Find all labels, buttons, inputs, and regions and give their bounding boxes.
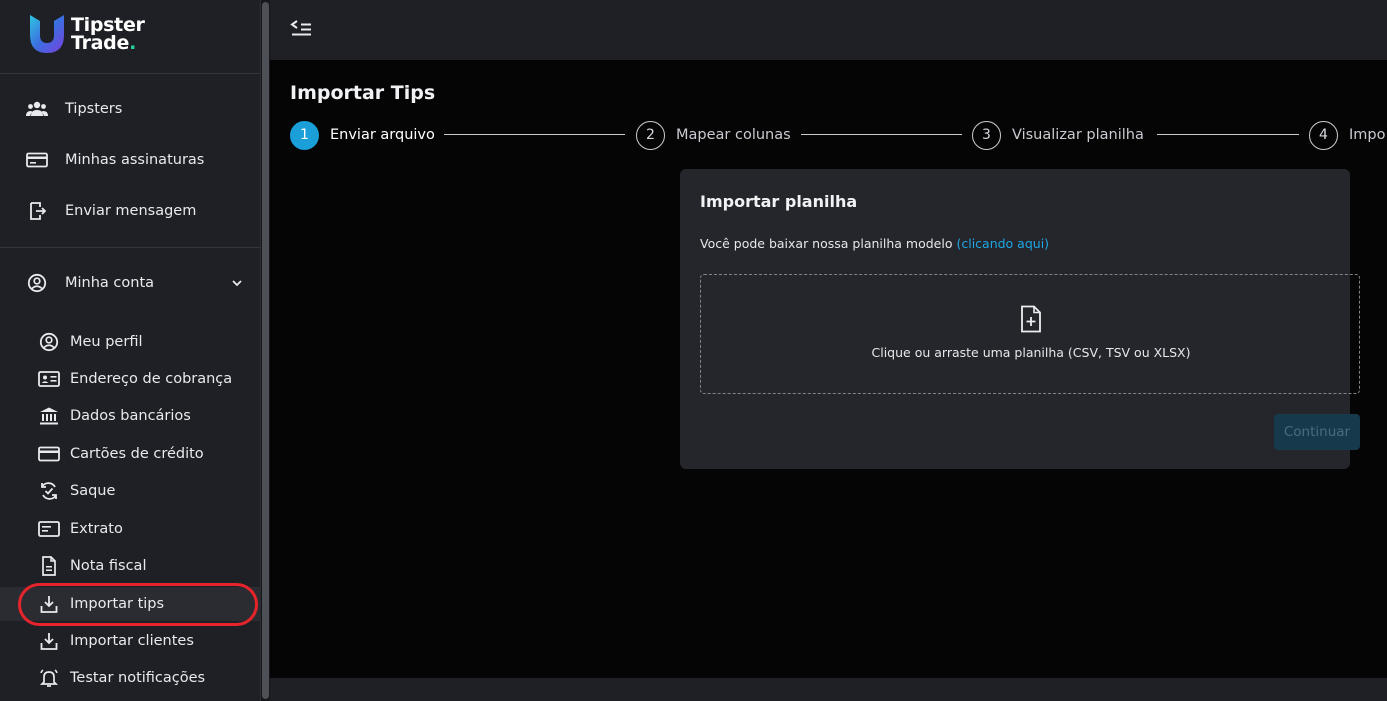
sidebar-item-nota-fiscal[interactable]: Nota fiscal bbox=[0, 549, 261, 583]
collapse-sidebar-icon[interactable] bbox=[290, 16, 314, 40]
step-3: 3 Visualizar planilha bbox=[972, 120, 1144, 150]
send-message-icon bbox=[26, 200, 48, 222]
credit-card-icon bbox=[38, 443, 60, 465]
chevron-down-icon[interactable] bbox=[230, 276, 244, 294]
sidebar-item-label: Endereço de cobrança bbox=[70, 371, 233, 387]
sidebar-item-saque[interactable]: Saque bbox=[0, 474, 261, 508]
divider bbox=[0, 247, 261, 248]
dropzone-text: Clique ou arraste uma planilha (CSV, TSV… bbox=[871, 345, 1191, 360]
step-number: 4 bbox=[1309, 120, 1338, 150]
sidebar-item-endereco-de-cobranca[interactable]: Endereço de cobrança bbox=[0, 362, 261, 396]
withdraw-icon bbox=[38, 480, 60, 502]
step-1: 1 Enviar arquivo bbox=[290, 120, 435, 150]
step-connector bbox=[1157, 134, 1299, 135]
step-label: Impo bbox=[1349, 127, 1386, 143]
download-template-link[interactable]: (clicando aqui) bbox=[956, 236, 1049, 251]
sidebar-item-extrato[interactable]: Extrato bbox=[0, 512, 261, 546]
sidebar-scrollbar[interactable] bbox=[261, 0, 270, 701]
sidebar-item-label: Dados bancários bbox=[70, 408, 191, 424]
users-icon bbox=[26, 98, 48, 120]
sidebar-item-label: Cartões de crédito bbox=[70, 446, 204, 462]
card-title: Importar planilha bbox=[700, 192, 858, 211]
scrollbar-thumb[interactable] bbox=[262, 2, 269, 699]
nav-item-tipsters[interactable]: Tipsters bbox=[0, 89, 261, 129]
step-number: 1 bbox=[290, 120, 319, 150]
sidebar-item-label: Meu perfil bbox=[70, 334, 143, 350]
step-connector bbox=[801, 134, 962, 135]
sidebar-item-importar-clientes[interactable]: Importar clientes bbox=[0, 624, 261, 658]
step-2: 2 Mapear colunas bbox=[636, 120, 791, 150]
file-dropzone[interactable]: Clique ou arraste uma planilha (CSV, TSV… bbox=[700, 274, 1360, 394]
nav-label: Tipsters bbox=[65, 101, 123, 117]
id-card-icon bbox=[38, 368, 60, 390]
nav-item-minha-conta[interactable]: Minha conta bbox=[0, 263, 261, 303]
sidebar-item-testar-notificacoes[interactable]: Testar notificações bbox=[0, 661, 261, 695]
step-label: Enviar arquivo bbox=[330, 127, 435, 143]
nav-label: Enviar mensagem bbox=[65, 203, 197, 219]
statement-icon bbox=[38, 518, 60, 540]
credit-card-icon bbox=[26, 149, 48, 171]
brand-logo[interactable]: Tipster Trade. bbox=[28, 12, 145, 56]
nav-label: Minha conta bbox=[65, 275, 155, 291]
sidebar-item-label: Extrato bbox=[70, 521, 123, 537]
topbar bbox=[270, 0, 1387, 60]
user-circle-icon bbox=[38, 331, 60, 353]
page-title: Importar Tips bbox=[290, 82, 436, 104]
nav-item-minhas-assinaturas[interactable]: Minhas assinaturas bbox=[0, 140, 261, 180]
download-tray-icon bbox=[38, 593, 60, 615]
step-label: Visualizar planilha bbox=[1012, 127, 1144, 143]
import-card: Importar planilha Você pode baixar nossa… bbox=[680, 169, 1360, 469]
sidebar-item-label: Testar notificações bbox=[70, 670, 206, 686]
subtitle-text: Você pode baixar nossa planilha modelo bbox=[700, 236, 953, 251]
download-tray-icon bbox=[38, 630, 60, 652]
sidebar-item-label: Nota fiscal bbox=[70, 558, 147, 574]
user-circle-icon bbox=[26, 272, 48, 294]
brand-shield-icon bbox=[30, 15, 64, 53]
sidebar-item-label: Importar tips bbox=[70, 596, 165, 612]
file-plus-icon bbox=[1019, 305, 1043, 333]
step-4: 4 Impo bbox=[1309, 120, 1385, 150]
nav-label: Minhas assinaturas bbox=[65, 152, 205, 168]
step-connector bbox=[444, 134, 625, 135]
continue-button[interactable]: Continuar bbox=[1274, 414, 1360, 450]
divider bbox=[0, 73, 261, 74]
bank-icon bbox=[38, 405, 60, 427]
main-content: Importar Tips 1 Enviar arquivo 2 Mapear … bbox=[270, 60, 1387, 678]
sidebar-item-cartoes-de-credito[interactable]: Cartões de crédito bbox=[0, 437, 261, 471]
footer-bar bbox=[270, 678, 1387, 701]
step-number: 2 bbox=[636, 120, 665, 150]
bell-icon bbox=[38, 667, 60, 689]
nav-item-enviar-mensagem[interactable]: Enviar mensagem bbox=[0, 191, 261, 231]
document-icon bbox=[38, 555, 60, 577]
sidebar: Tipster Trade. Tipsters Minhas assinatur… bbox=[0, 0, 261, 701]
sidebar-item-label: Importar clientes bbox=[70, 633, 194, 649]
brand-wordmark: Tipster Trade. bbox=[71, 14, 145, 54]
step-number: 3 bbox=[972, 120, 1001, 150]
sidebar-item-label: Saque bbox=[70, 483, 116, 499]
step-label: Mapear colunas bbox=[676, 127, 791, 143]
sidebar-item-meu-perfil[interactable]: Meu perfil bbox=[0, 325, 261, 359]
sidebar-item-importar-tips[interactable]: Importar tips bbox=[0, 587, 261, 621]
sidebar-item-dados-bancarios[interactable]: Dados bancários bbox=[0, 399, 261, 433]
card-subtitle: Você pode baixar nossa planilha modelo (… bbox=[700, 236, 1049, 251]
